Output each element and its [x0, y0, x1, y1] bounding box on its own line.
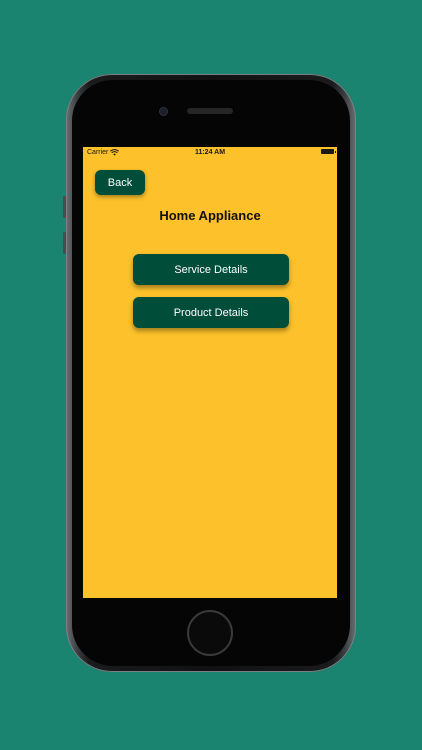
status-bar: Carrier 11:24 AM	[83, 147, 337, 158]
product-details-button[interactable]: Product Details	[133, 297, 289, 328]
volume-button	[63, 196, 66, 218]
home-button[interactable]	[187, 610, 233, 656]
back-button[interactable]: Back	[95, 170, 145, 195]
camera-icon	[159, 107, 168, 116]
app-screen: Carrier 11:24 AM Back Home Appliance Ser…	[83, 147, 337, 598]
battery-icon	[321, 149, 336, 154]
status-time: 11:24 AM	[194, 149, 226, 156]
speaker-grille	[187, 108, 233, 114]
volume-button	[63, 232, 66, 254]
page-title: Home Appliance	[159, 208, 261, 223]
service-details-button[interactable]: Service Details	[133, 254, 289, 285]
